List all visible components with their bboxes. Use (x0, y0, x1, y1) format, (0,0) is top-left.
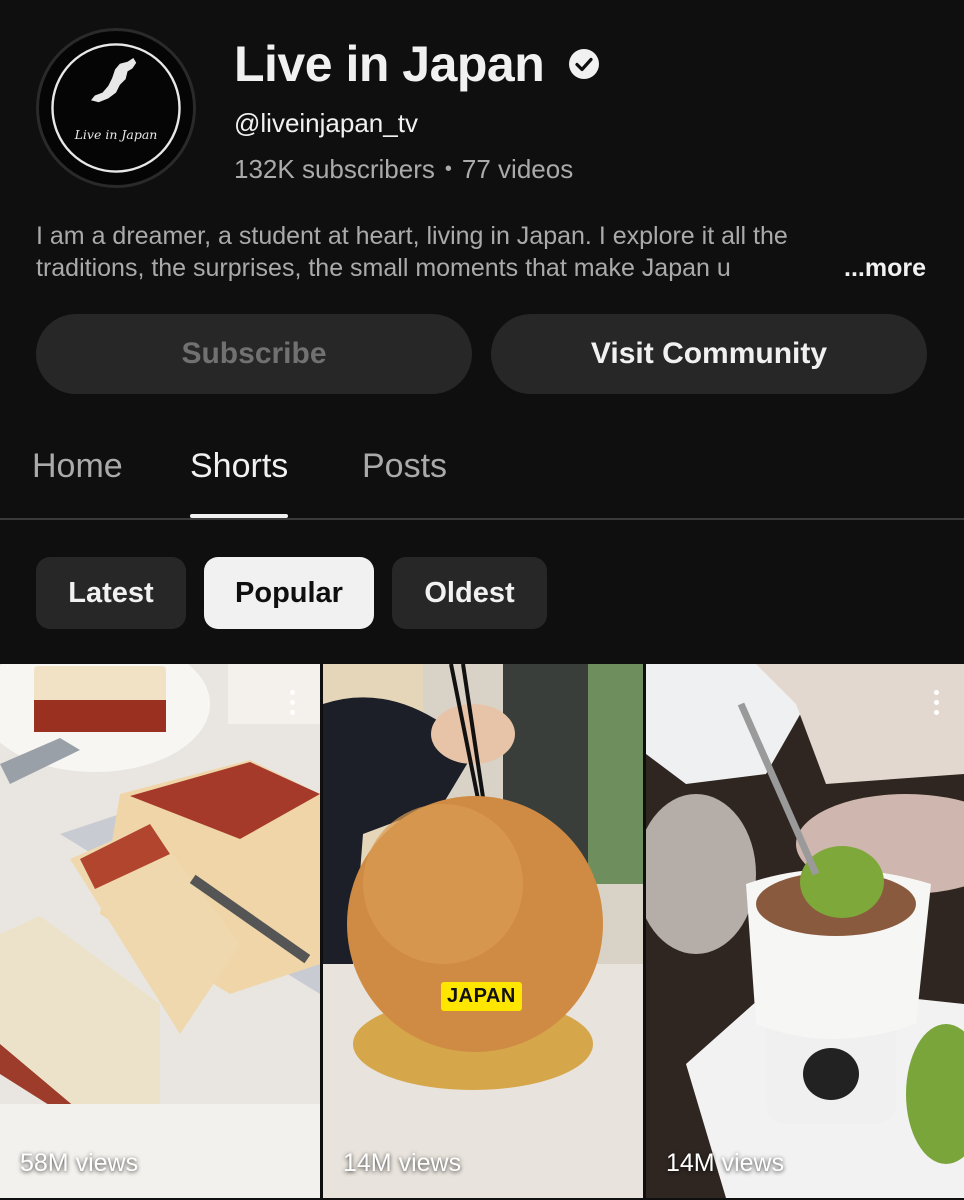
channel-handle[interactable]: @liveinjapan_tv (234, 106, 418, 140)
thumbnail-matcha-dessert (646, 664, 964, 1198)
description-line-2: traditions, the surprises, the small mom… (36, 254, 731, 282)
tab-posts[interactable]: Posts (362, 430, 447, 518)
more-options-icon[interactable] (290, 690, 296, 720)
short-card-2[interactable]: JAPAN 14M views (323, 664, 643, 1198)
visit-community-button[interactable]: Visit Community (491, 314, 927, 394)
channel-avatar[interactable]: Live in Japan (36, 28, 196, 188)
video-count: 77 videos (461, 154, 574, 184)
japan-badge: JAPAN (441, 982, 522, 1011)
channel-title: Live in Japan (234, 36, 545, 92)
description-line-1: I am a dreamer, a student at heart, livi… (36, 222, 788, 250)
subscribe-button[interactable]: Subscribe (36, 314, 472, 394)
thumbnail-sesame-ball (323, 664, 643, 1198)
filter-chip-oldest[interactable]: Oldest (392, 557, 547, 629)
shorts-grid: 58M views JAPAN 14M views 14M views (0, 664, 964, 1200)
short-views: 58M views (20, 1149, 139, 1177)
thumbnail-cheesecake (0, 664, 320, 1198)
verified-check-icon (569, 49, 600, 79)
filter-chip-popular[interactable]: Popular (204, 557, 374, 629)
short-card-3[interactable]: 14M views (646, 664, 964, 1198)
channel-title-row: Live in Japan (234, 34, 602, 94)
short-views: 14M views (343, 1149, 462, 1177)
channel-meta: 132K subscribers • 77 videos (234, 152, 573, 186)
tab-shorts[interactable]: Shorts (190, 430, 289, 518)
more-link[interactable]: ...more (844, 252, 926, 284)
description-line-2-wrap: traditions, the surprises, the small mom… (36, 252, 936, 284)
avatar-lettering: Live in Japan (74, 127, 158, 142)
subscriber-count: 132K subscribers (234, 154, 435, 184)
channel-tabs: Home Shorts Posts (0, 430, 964, 520)
short-views: 14M views (666, 1149, 785, 1177)
more-options-icon[interactable] (934, 690, 940, 720)
tab-home[interactable]: Home (32, 430, 123, 518)
filter-chip-latest[interactable]: Latest (36, 557, 186, 629)
meta-separator: • (444, 158, 452, 180)
short-card-1[interactable]: 58M views (0, 664, 320, 1198)
channel-description[interactable]: I am a dreamer, a student at heart, livi… (36, 220, 936, 284)
